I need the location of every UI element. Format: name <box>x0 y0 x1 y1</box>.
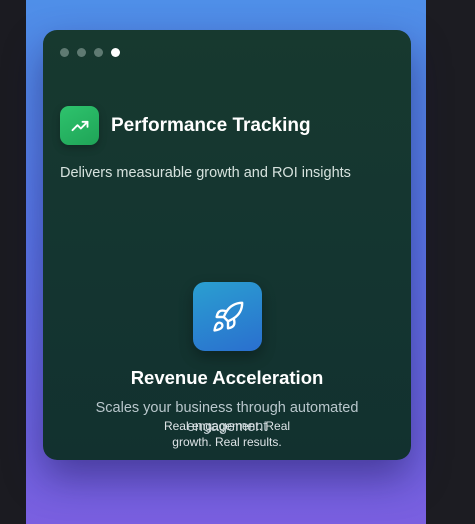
rocket-icon <box>193 282 262 351</box>
feature-title: Performance Tracking <box>111 114 311 136</box>
carousel-dot-2[interactable] <box>77 48 86 57</box>
trending-up-icon <box>60 106 99 145</box>
carousel-dot-1[interactable] <box>60 48 69 57</box>
carousel-dots <box>60 48 120 57</box>
hero-title: Revenue Acceleration <box>130 367 324 388</box>
carousel-dot-4-active[interactable] <box>111 48 120 57</box>
carousel-dot-3[interactable] <box>94 48 103 57</box>
right-dark-strip <box>426 0 475 524</box>
hero-tagline: Real engagement. Real growth. Real resul… <box>163 419 291 449</box>
feature-card: Performance Tracking Delivers measurable… <box>43 30 411 460</box>
feature-description: Delivers measurable growth and ROI insig… <box>60 165 351 181</box>
feature-header: Performance Tracking <box>60 106 311 145</box>
